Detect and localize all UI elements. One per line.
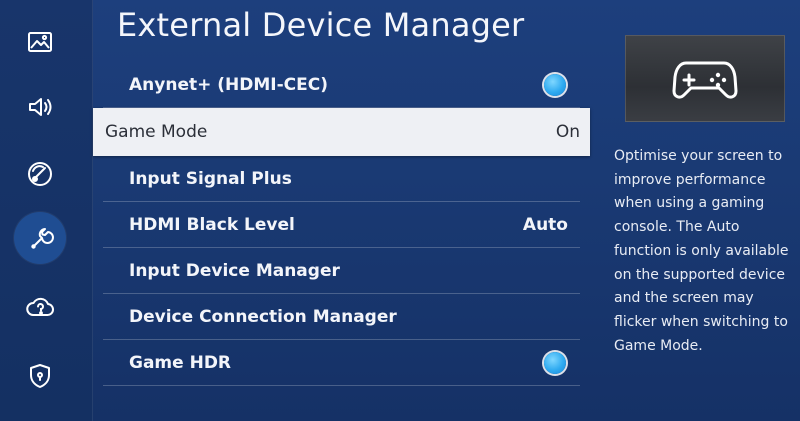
menu-item-label: Game Mode <box>105 122 208 142</box>
page-title: External Device Manager <box>117 6 525 44</box>
settings-main-panel: External Device Manager Anynet+ (HDMI-CE… <box>93 0 604 421</box>
preview-thumbnail <box>625 35 785 122</box>
general-wrench-icon[interactable] <box>14 212 66 264</box>
menu-item-label: Game HDR <box>129 352 232 373</box>
menu-item-device-connection-manager[interactable]: Device Connection Manager <box>103 294 580 340</box>
gamepad-icon <box>672 61 738 99</box>
menu-item-game-mode[interactable]: Game Mode On <box>93 108 590 156</box>
menu-item-label: Input Device Manager <box>129 260 340 281</box>
sound-icon[interactable] <box>16 83 64 131</box>
support-cloud-icon[interactable] <box>16 283 64 331</box>
info-description: Optimise your screen to improve performa… <box>614 148 789 354</box>
toggle-on-indicator[interactable] <box>544 351 566 374</box>
menu-item-game-hdr[interactable]: Game HDR <box>103 340 580 386</box>
menu-item-anynet-hdmi-cec[interactable]: Anynet+ (HDMI-CEC) <box>103 62 580 108</box>
settings-sidebar <box>0 0 93 421</box>
menu-item-value: Auto <box>522 214 568 235</box>
menu-item-label: Device Connection Manager <box>129 306 397 327</box>
menu-item-input-signal-plus[interactable]: Input Signal Plus <box>103 156 580 202</box>
menu-item-label: HDMI Black Level <box>129 214 295 235</box>
privacy-shield-icon[interactable] <box>16 352 64 400</box>
settings-menu: Anynet+ (HDMI-CEC) Game Mode On Input Signa… <box>93 62 590 386</box>
toggle-on-indicator[interactable] <box>544 73 566 96</box>
menu-item-value: On <box>555 122 580 142</box>
menu-item-hdmi-black-level[interactable]: HDMI Black Level Auto <box>103 202 580 248</box>
menu-item-label: Anynet+ (HDMI-CEC) <box>129 74 329 95</box>
menu-item-label: Input Signal Plus <box>129 168 292 189</box>
info-panel: Optimise your screen to improve performa… <box>605 0 800 421</box>
broadcasting-icon[interactable] <box>16 150 64 198</box>
menu-item-input-device-manager[interactable]: Input Device Manager <box>103 248 580 294</box>
picture-icon[interactable] <box>16 18 64 66</box>
